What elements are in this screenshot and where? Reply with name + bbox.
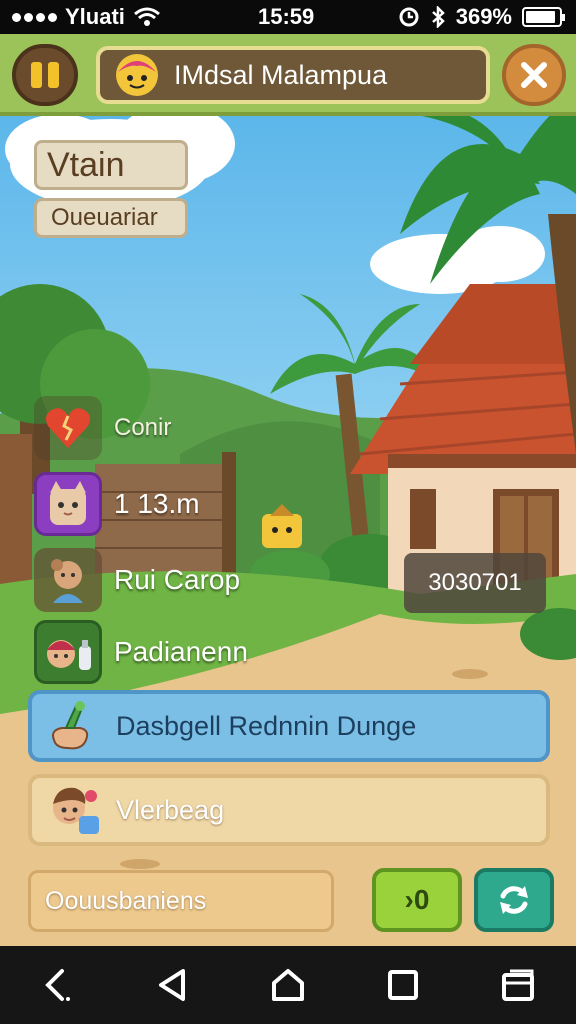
refresh-button[interactable] bbox=[474, 868, 554, 932]
carrier-label: Yluati bbox=[65, 4, 125, 29]
system-nav-bar bbox=[0, 946, 576, 1024]
stat-label: Padianenn bbox=[114, 636, 248, 667]
status-bar: Yluati 15:59 369% bbox=[0, 0, 576, 34]
triangle-back-icon bbox=[158, 969, 185, 1001]
stat-label: Conir bbox=[114, 414, 172, 441]
player-name: IMdsal Malampua bbox=[174, 59, 388, 90]
close-icon bbox=[521, 62, 547, 88]
player-name-bar[interactable]: IMdsal Malampua bbox=[96, 46, 490, 104]
stat-row-character[interactable]: Rui Carop bbox=[34, 548, 240, 612]
title-tag: Vtain bbox=[34, 140, 188, 190]
battery-icon bbox=[522, 7, 565, 27]
close-button[interactable] bbox=[502, 44, 566, 106]
chef-portrait-icon bbox=[47, 640, 91, 670]
stat-row-chef[interactable]: Padianenn bbox=[34, 620, 248, 684]
alarm-icon bbox=[399, 7, 419, 27]
subtitle-tag[interactable]: Oueuariar bbox=[34, 198, 188, 238]
stat-label: 1 13.m bbox=[114, 488, 200, 519]
value-display-text: 3030701 bbox=[428, 569, 522, 596]
recents-icon bbox=[388, 970, 419, 1000]
value-display: 3030701 bbox=[404, 553, 546, 613]
broken-heart-icon bbox=[46, 408, 90, 448]
tool-hand-icon bbox=[52, 701, 89, 750]
menu-icon-box bbox=[40, 696, 108, 756]
count-button[interactable]: ›0 bbox=[372, 868, 462, 932]
villager-icon bbox=[53, 787, 99, 834]
stat-icon-box bbox=[34, 548, 102, 612]
nav-back-triangle-button[interactable] bbox=[143, 955, 203, 1015]
title-tag-text: Vtain bbox=[47, 146, 125, 184]
bottom-field[interactable]: Oouusbaniens bbox=[28, 870, 334, 932]
character-portrait-icon bbox=[51, 559, 83, 603]
player-avatar-icon bbox=[116, 54, 158, 96]
window-icon bbox=[502, 969, 535, 1001]
cat-portrait-icon bbox=[50, 481, 86, 525]
top-hud: IMdsal Malampua bbox=[0, 34, 576, 116]
bluetooth-icon bbox=[431, 6, 445, 28]
bottom-field-text: Oouusbaniens bbox=[45, 886, 207, 915]
back-button[interactable] bbox=[28, 955, 88, 1015]
stat-icon-box bbox=[34, 472, 102, 536]
battery-fill bbox=[526, 11, 555, 23]
pause-button[interactable] bbox=[12, 44, 78, 106]
pause-icon bbox=[31, 62, 42, 88]
home-button[interactable] bbox=[258, 955, 318, 1015]
stat-row-pet[interactable]: 1 13.m bbox=[34, 472, 200, 536]
subtitle-tag-text: Oueuariar bbox=[51, 204, 158, 231]
menu-icon-box bbox=[40, 780, 108, 840]
refresh-icon bbox=[500, 886, 528, 914]
menu-item-dungeon[interactable]: Dasbgell Rednnin Dunge bbox=[28, 690, 550, 762]
stat-icon-box bbox=[34, 620, 102, 684]
menu-item-village[interactable]: Vlerbeag bbox=[28, 774, 550, 846]
window-button[interactable] bbox=[488, 955, 548, 1015]
count-button-label: ›0 bbox=[404, 884, 430, 915]
home-icon bbox=[271, 969, 304, 1001]
menu-item-label: Vlerbeag bbox=[116, 794, 225, 825]
stat-icon-box bbox=[34, 396, 102, 460]
menu-item-label: Dasbgell Rednnin Dunge bbox=[116, 710, 417, 741]
signal-icon bbox=[12, 12, 57, 22]
back-icon bbox=[44, 969, 70, 1001]
recents-button[interactable] bbox=[373, 955, 433, 1015]
battery-percent: 369% bbox=[455, 4, 512, 29]
stat-label: Rui Carop bbox=[114, 564, 241, 595]
stat-row-health[interactable]: Conir bbox=[34, 396, 171, 460]
wifi-icon bbox=[133, 7, 160, 26]
clock: 15:59 bbox=[258, 4, 315, 29]
